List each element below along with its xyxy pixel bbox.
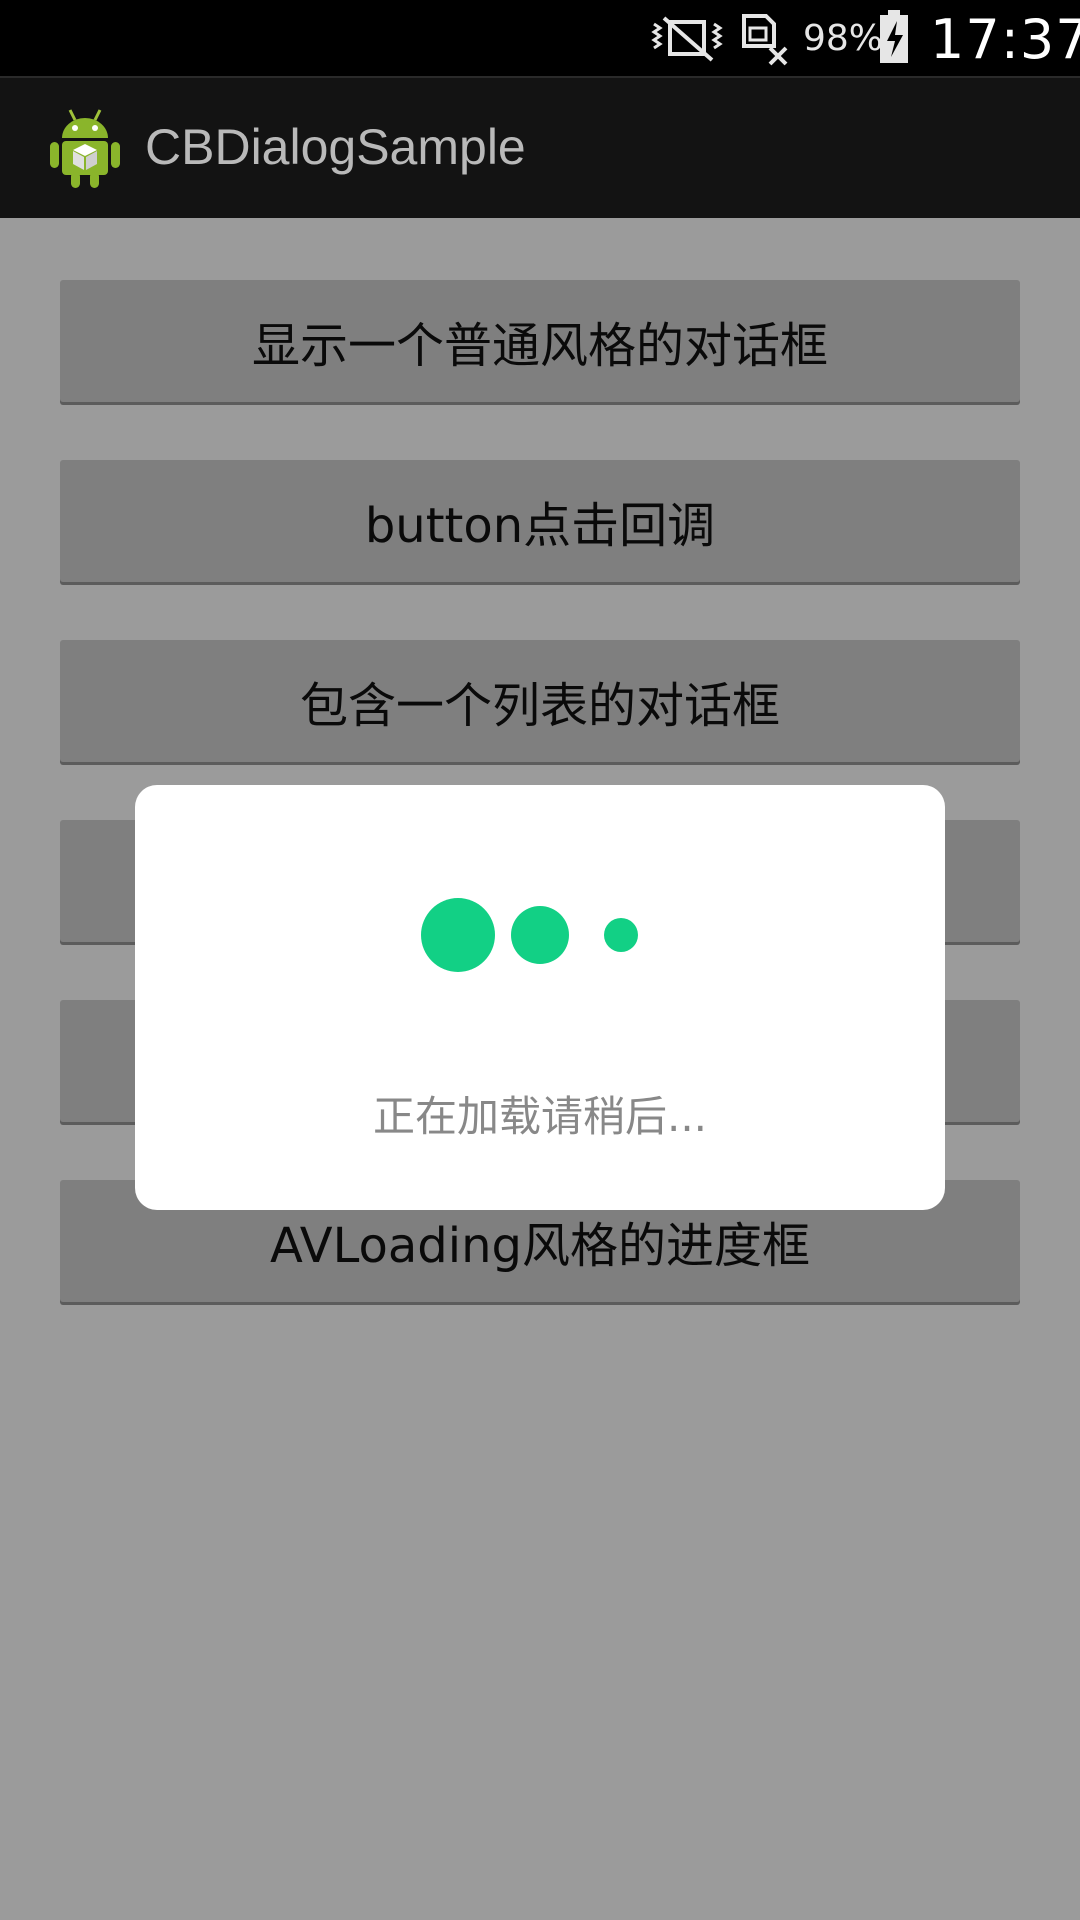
no-sim-icon — [740, 12, 792, 70]
mute-vibrate-icon — [650, 12, 724, 68]
normal-dialog-button[interactable]: 显示一个普通风格的对话框 — [60, 280, 1020, 402]
loading-message: 正在加载请稍后... — [372, 1092, 708, 1141]
list-dialog-button[interactable]: 包含一个列表的对话框 — [60, 640, 1020, 762]
status-bar: 98% 17:37 — [0, 0, 1080, 76]
loading-dot-1 — [421, 898, 495, 972]
action-bar: CBDialogSample — [0, 76, 1080, 218]
loading-dot-3 — [604, 918, 638, 952]
battery-charging-icon — [878, 10, 910, 68]
clock: 17:37 — [930, 8, 1080, 71]
loading-dialog: 正在加载请稍后... — [135, 785, 945, 1210]
button-callback-button[interactable]: button点击回调 — [60, 460, 1020, 582]
android-app-icon — [48, 106, 122, 190]
app-title: CBDialogSample — [145, 119, 526, 175]
battery-percent: 98% — [803, 18, 884, 59]
loading-dot-2 — [511, 906, 569, 964]
three-dot-loading-indicator — [421, 898, 638, 972]
